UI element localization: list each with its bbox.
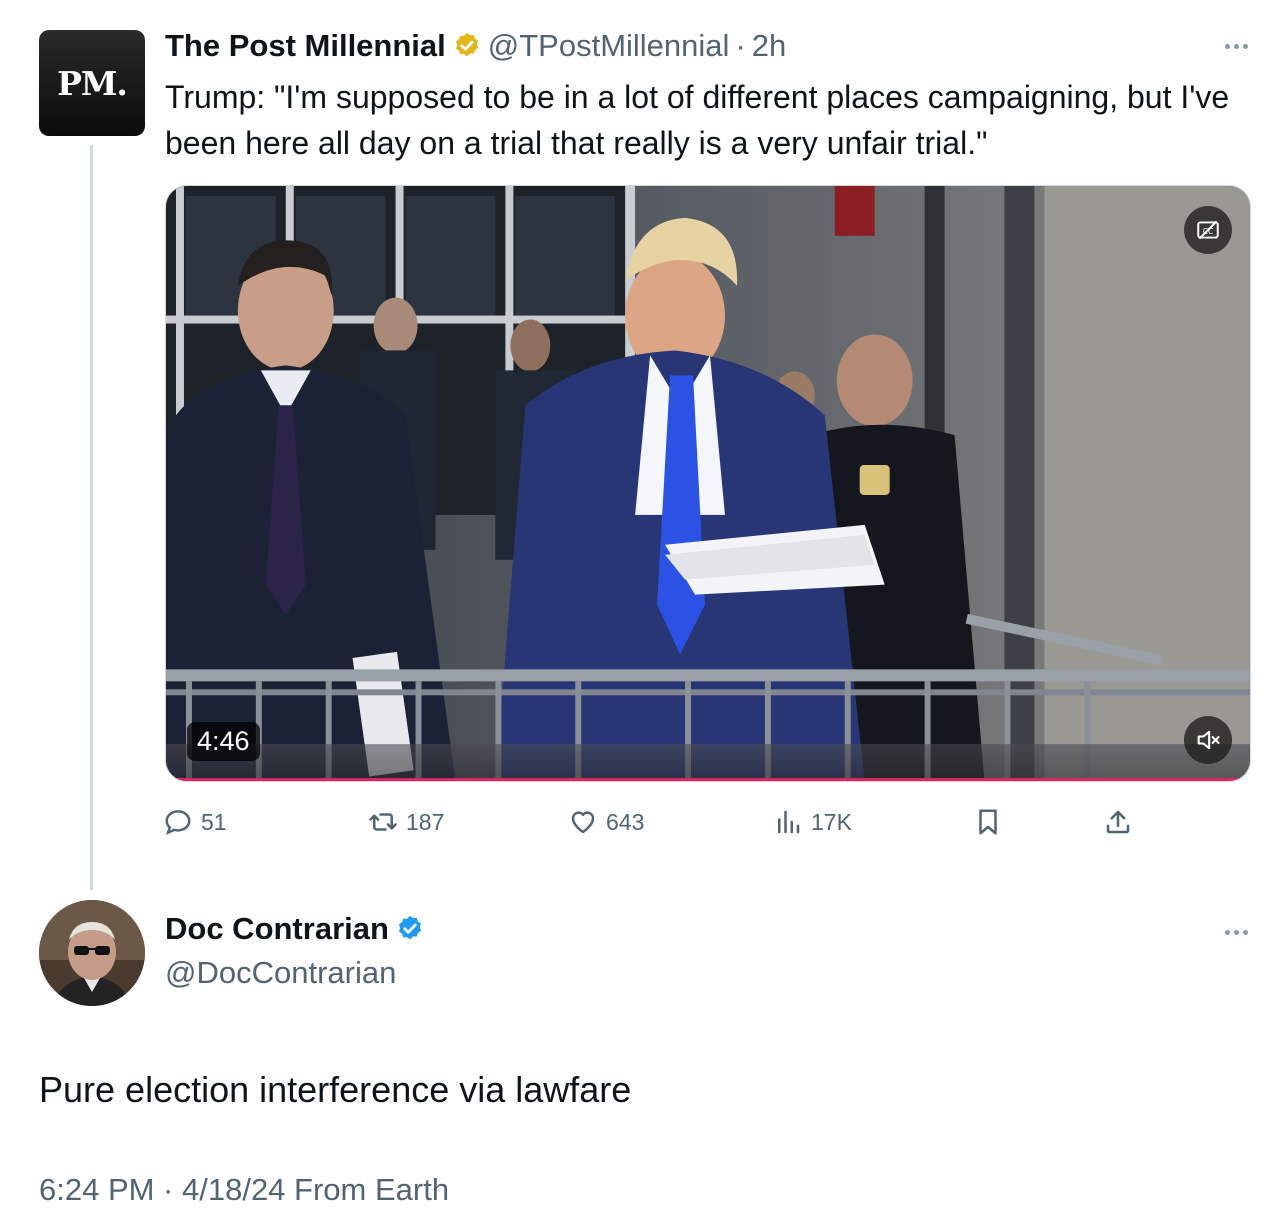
bookmark-icon	[979, 809, 997, 835]
repost-icon	[369, 813, 397, 831]
like-count: 643	[606, 808, 645, 835]
reply-author-name[interactable]: Doc Contrarian	[165, 911, 389, 947]
captions-off-icon[interactable]: CC	[1184, 206, 1232, 254]
views-button[interactable]: 17K	[773, 800, 852, 844]
reply-header: Doc Contrarian	[165, 911, 431, 947]
tweet-actions-bar: 51 187 643 17K	[163, 800, 1153, 844]
reply-more-options-icon[interactable]	[1225, 930, 1248, 935]
share-button[interactable]	[1103, 800, 1133, 844]
reply-tweet-text: Pure election interference via lawfare	[39, 1069, 632, 1110]
video-duration: 4:46	[187, 722, 260, 761]
author-name[interactable]: The Post Millennial	[165, 28, 446, 64]
avatar-logo-text: PM.	[57, 63, 128, 103]
parent-tweet-text: Trump: "I'm supposed to be in a lot of d…	[165, 79, 1230, 161]
analytics-icon	[778, 810, 800, 834]
avatar-photo	[39, 900, 145, 1006]
doc-contrarian-avatar[interactable]	[39, 900, 145, 1006]
video-progress-bar[interactable]	[166, 778, 1250, 781]
tweet-time[interactable]: 2h	[752, 28, 786, 64]
parent-more-options-icon[interactable]	[1225, 44, 1248, 49]
video-frame-image	[166, 186, 1250, 781]
blue-check-icon[interactable]	[395, 914, 425, 944]
thread-connector-line	[90, 145, 93, 890]
video-player[interactable]: CC 4:46	[165, 185, 1251, 782]
reply-button[interactable]: 51	[163, 800, 227, 844]
post-millennial-avatar[interactable]: PM.	[39, 30, 145, 136]
heart-icon	[571, 811, 595, 834]
like-button[interactable]: 643	[568, 800, 644, 844]
reply-count: 51	[201, 808, 227, 835]
author-handle[interactable]: @TPostMillennial	[488, 28, 730, 64]
bookmark-button[interactable]	[973, 800, 1003, 844]
header-separator: ·	[735, 28, 746, 63]
view-count: 17K	[811, 808, 852, 835]
parent-tweet-header: The Post Millennial @TPostMillennial · 2…	[165, 26, 786, 66]
reply-timestamp[interactable]: 6:24 PM · 4/18/24 From Earth	[39, 1172, 449, 1208]
share-icon	[1106, 810, 1130, 834]
repost-count: 187	[406, 808, 445, 835]
repost-button[interactable]: 187	[368, 800, 444, 844]
reply-author-handle[interactable]: @DocContrarian	[165, 955, 396, 991]
gold-check-icon[interactable]	[452, 31, 482, 61]
speaker-muted-icon[interactable]	[1184, 716, 1232, 764]
reply-icon	[165, 810, 191, 835]
